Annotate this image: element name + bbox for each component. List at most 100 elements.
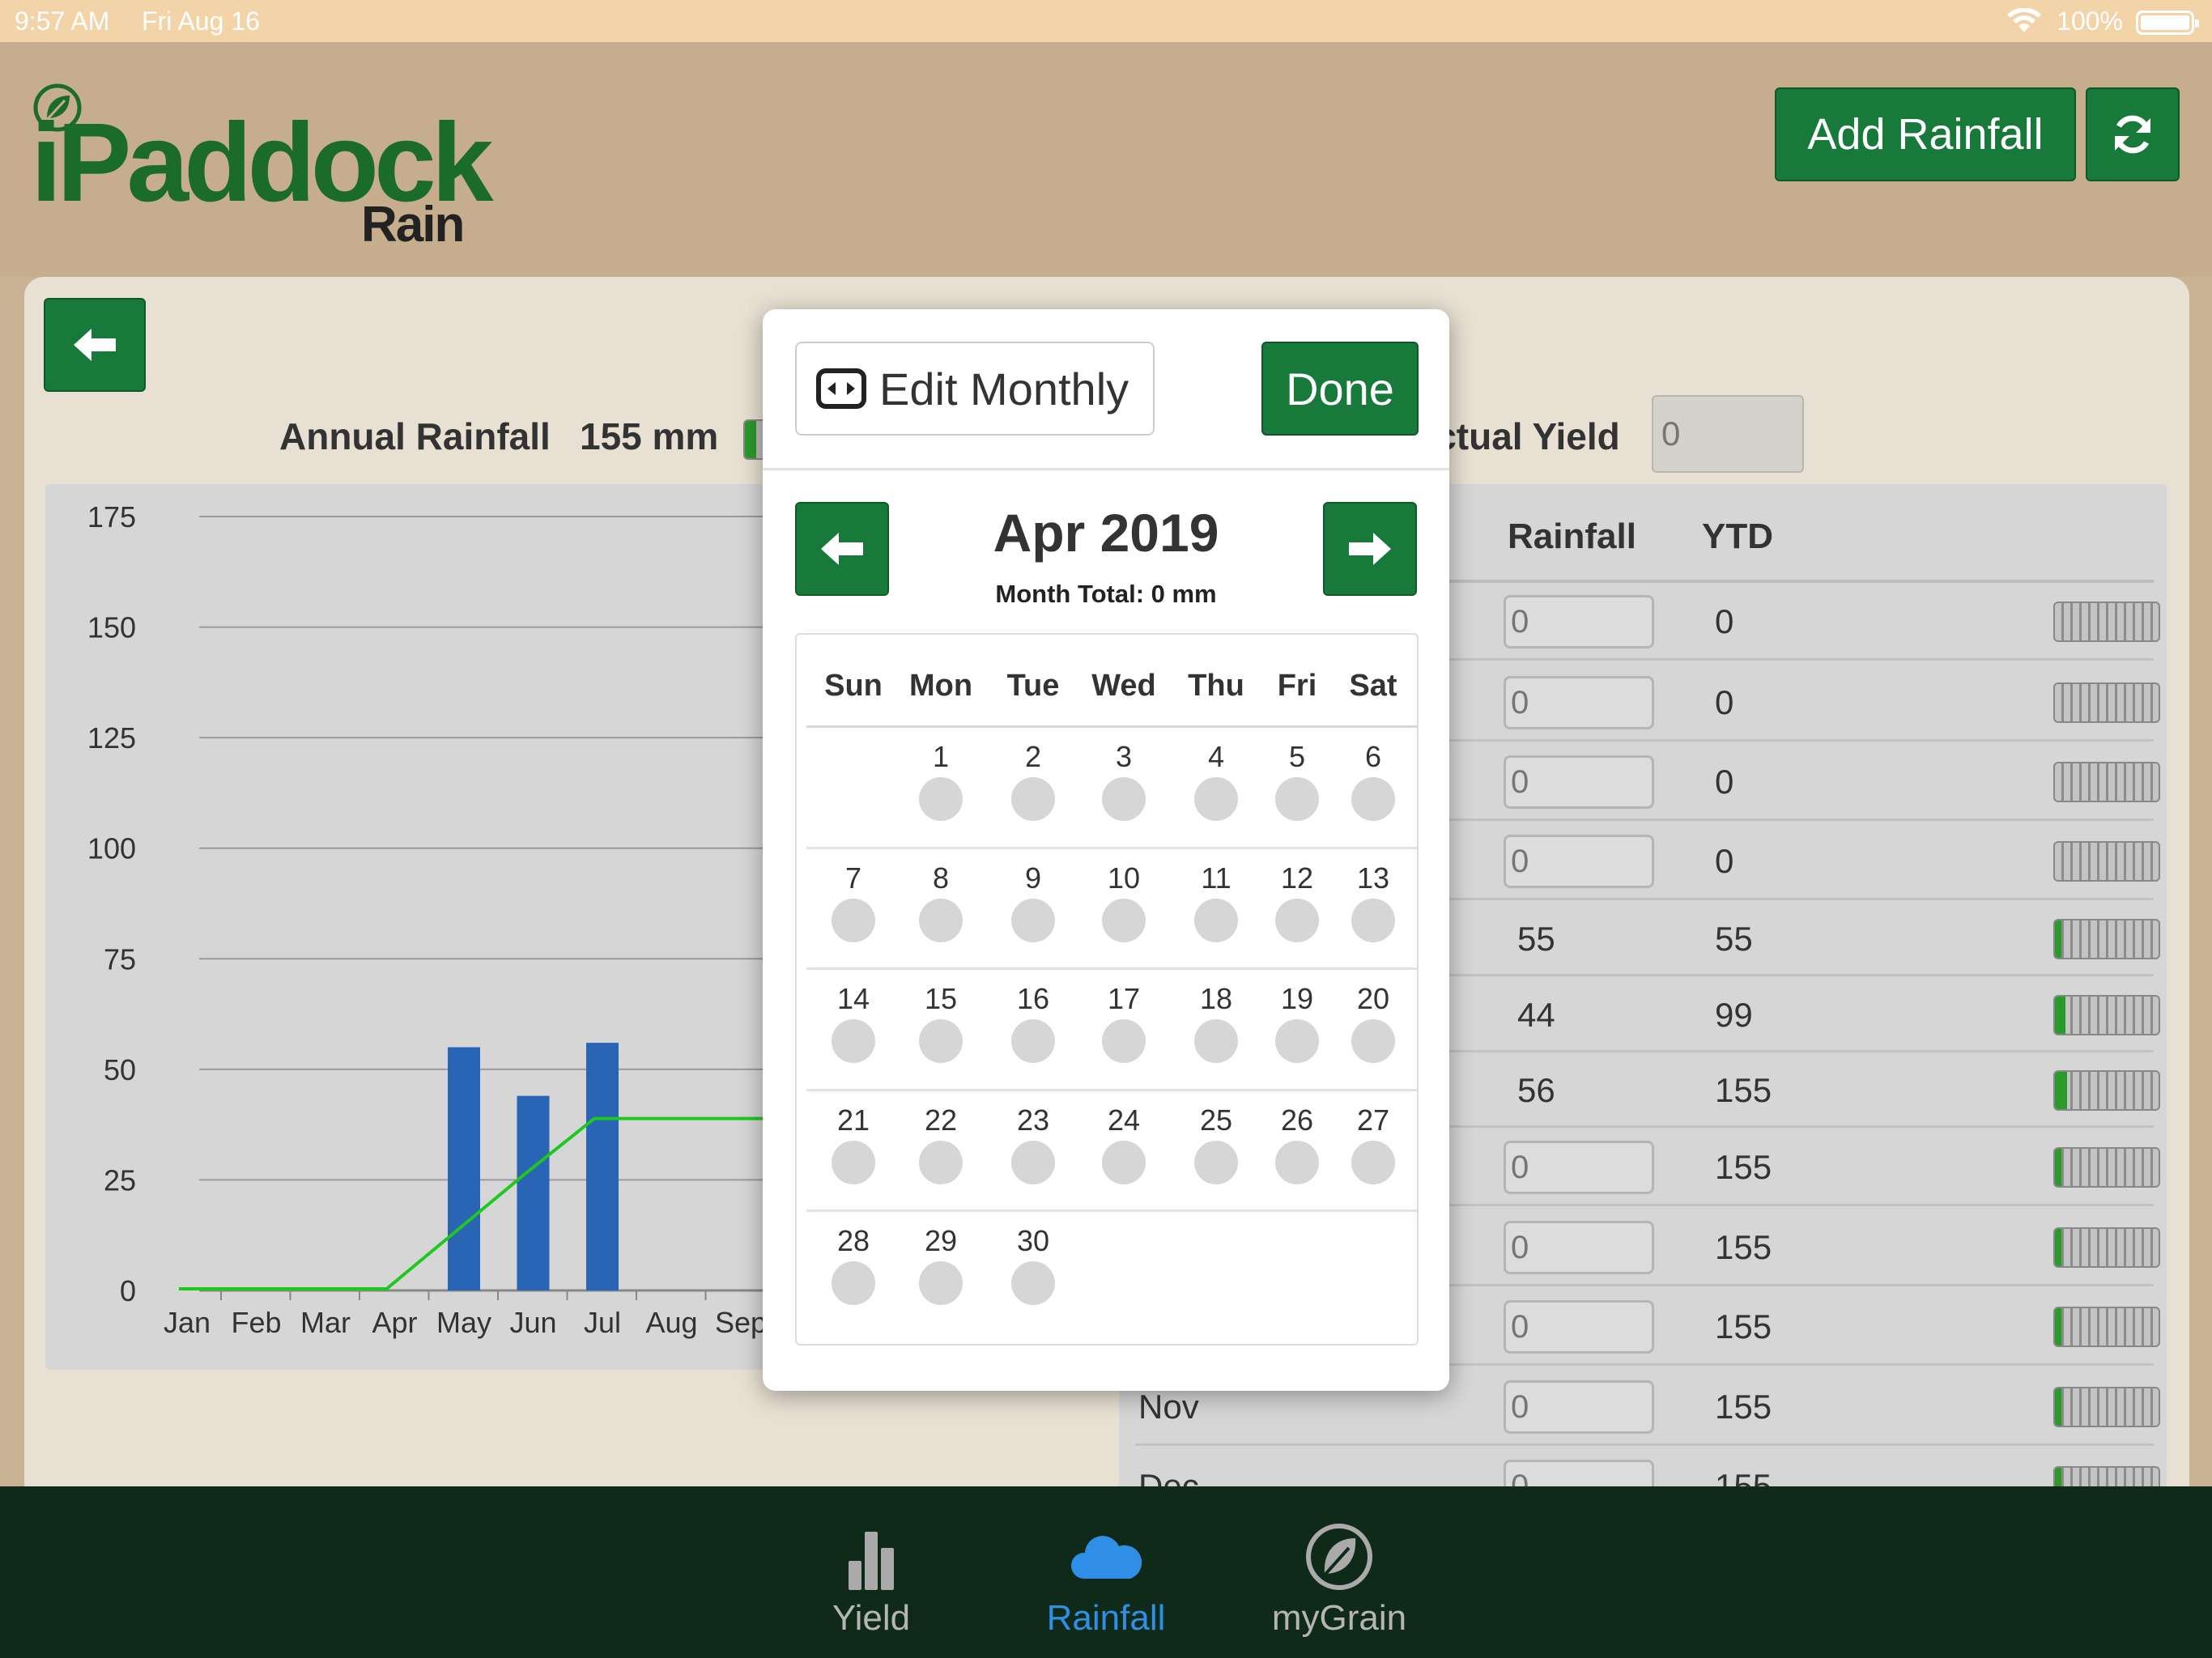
rainfall-input[interactable] [1504,1141,1654,1194]
day-rainfall-dot[interactable] [1011,1140,1055,1184]
day-number: 6 [1364,740,1382,773]
calendar-day[interactable]: 16 [989,982,1078,1063]
calendar-day[interactable]: 23 [989,1103,1078,1184]
actual-yield-input[interactable] [1652,395,1804,473]
calendar-day[interactable]: 2 [989,740,1078,821]
day-rainfall-dot[interactable] [919,1140,963,1184]
tab-mygrain[interactable]: myGrain [1234,1486,1444,1658]
ytd-value: 99 [1715,996,1753,1034]
day-rainfall-dot[interactable] [1194,1019,1238,1063]
calendar-day[interactable]: 1 [896,740,985,821]
tab-yield[interactable]: Yield [766,1486,976,1658]
calendar-day[interactable]: 29 [896,1224,985,1305]
day-number: 13 [1356,861,1390,895]
calendar-day[interactable]: 20 [1329,982,1418,1063]
calendar-day[interactable]: 21 [809,1103,898,1184]
day-rainfall-dot[interactable] [1194,777,1238,821]
done-button[interactable]: Done [1261,342,1419,436]
calendar-day[interactable]: 27 [1329,1103,1418,1184]
day-rainfall-dot[interactable] [1351,1019,1395,1063]
rainfall-input[interactable] [1504,595,1654,648]
day-rainfall-dot[interactable] [832,1019,875,1063]
day-number: 29 [924,1224,958,1257]
calendar-day[interactable]: 28 [809,1224,898,1305]
day-number: 7 [844,861,862,895]
edit-monthly-button[interactable]: Edit Monthly [795,342,1155,436]
calendar-day[interactable]: 18 [1172,982,1261,1063]
rainfall-input[interactable] [1504,835,1654,888]
day-rainfall-dot[interactable] [1011,1261,1055,1305]
ytd-value: 0 [1715,763,1734,801]
day-rainfall-dot[interactable] [832,1140,875,1184]
calendar-day[interactable]: 13 [1329,861,1418,942]
day-rainfall-dot[interactable] [919,1261,963,1305]
rainfall-input[interactable] [1504,755,1654,809]
day-rainfall-dot[interactable] [1194,898,1238,942]
ytd-gauge-fill [2055,1149,2061,1186]
rainfall-input[interactable] [1504,1380,1654,1434]
calendar-day[interactable]: 10 [1079,861,1168,942]
day-rainfall-dot[interactable] [919,1019,963,1063]
add-rainfall-button[interactable]: Add Rainfall [1775,87,2076,181]
calendar-day[interactable]: 30 [989,1224,1078,1305]
day-number: 14 [836,982,870,1015]
day-rainfall-dot[interactable] [1011,1019,1055,1063]
day-rainfall-dot[interactable] [1102,777,1146,821]
day-rainfall-dot[interactable] [1102,898,1146,942]
day-rainfall-dot[interactable] [832,898,875,942]
next-month-button[interactable] [1323,502,1417,596]
day-rainfall-dot[interactable] [1351,777,1395,821]
day-rainfall-dot[interactable] [832,1261,875,1305]
day-number: 1 [932,740,950,773]
day-rainfall-dot[interactable] [1275,777,1319,821]
day-rainfall-dot[interactable] [919,777,963,821]
calendar-day[interactable]: 24 [1079,1103,1168,1184]
calendar-day[interactable]: 8 [896,861,985,942]
rainfall-input[interactable] [1504,676,1654,729]
day-rainfall-dot[interactable] [1102,1140,1146,1184]
day-rainfall-dot[interactable] [1011,777,1055,821]
calendar-day[interactable]: 14 [809,982,898,1063]
ytd-value: 0 [1715,842,1734,880]
day-rainfall-dot[interactable] [1351,1140,1395,1184]
day-rainfall-dot[interactable] [1275,898,1319,942]
day-rainfall-dot[interactable] [1351,898,1395,942]
day-number: 11 [1201,861,1231,895]
rainfall-value[interactable]: 55 [1517,920,1555,959]
back-button[interactable] [44,298,146,392]
prev-month-button[interactable] [795,502,889,596]
ytd-gauge [2053,1307,2160,1347]
rainfall-input[interactable] [1504,1221,1654,1274]
day-rainfall-dot[interactable] [1102,1019,1146,1063]
refresh-button[interactable] [2086,87,2180,181]
day-rainfall-dot[interactable] [1275,1019,1319,1063]
y-tick-label: 50 [104,1053,136,1086]
y-tick-label: 175 [87,500,136,534]
rainfall-value[interactable]: 44 [1517,996,1555,1035]
day-rainfall-dot[interactable] [919,898,963,942]
x-tick-label: Apr [372,1306,417,1339]
day-rainfall-dot[interactable] [1275,1140,1319,1184]
day-rainfall-dot[interactable] [1011,898,1055,942]
ytd-gauge-fill [2055,1072,2068,1109]
calendar-day[interactable]: 7 [809,861,898,942]
calendar-day[interactable]: 6 [1329,740,1418,821]
calendar-grid: Sun Mon Tue Wed Thu Fri Sat 1 2 3 4 5 6 7 8 9 10 11 12 13 14… [795,633,1419,1346]
calendar-day[interactable]: 3 [1079,740,1168,821]
bar-chart-icon [849,1532,894,1590]
calendar-day[interactable]: 11 [1172,861,1261,942]
rainfall-input[interactable] [1504,1300,1654,1354]
calendar-day[interactable]: 15 [896,982,985,1063]
tab-rainfall[interactable]: Rainfall [1001,1486,1211,1658]
rainfall-value[interactable]: 56 [1517,1071,1555,1110]
app-logo: iPaddock Rain [31,83,494,253]
calendar-day[interactable]: 9 [989,861,1078,942]
calendar-day[interactable]: 22 [896,1103,985,1184]
day-number: 24 [1107,1103,1141,1137]
x-tick-label: Jul [584,1306,621,1339]
calendar-day[interactable]: 17 [1079,982,1168,1063]
calendar-day[interactable]: 4 [1172,740,1261,821]
day-rainfall-dot[interactable] [1194,1140,1238,1184]
x-tick-label: Jan [164,1306,211,1339]
calendar-day[interactable]: 25 [1172,1103,1261,1184]
